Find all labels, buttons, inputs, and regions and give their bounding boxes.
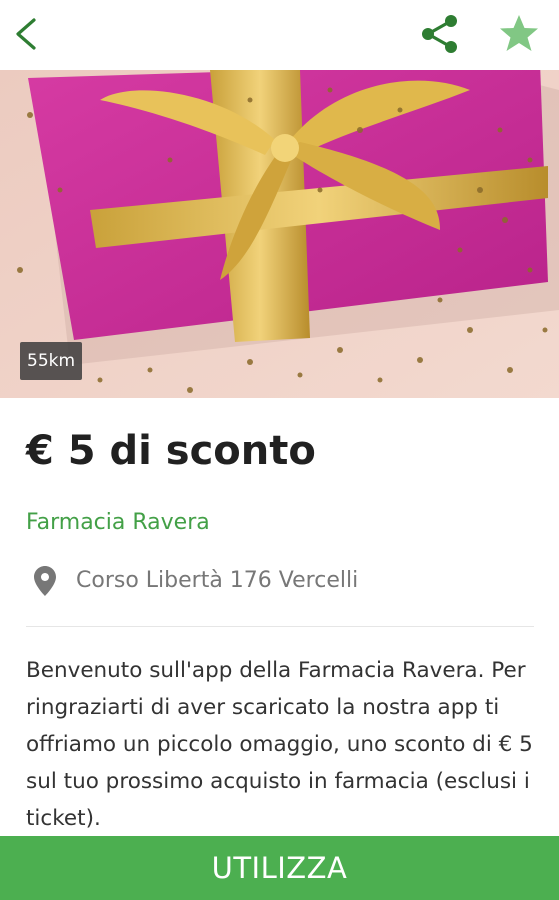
gift-box-image: [0, 70, 559, 398]
offer-description: Benvenuto sull'app della Farmacia Ravera…: [26, 658, 533, 831]
back-button[interactable]: [10, 14, 50, 54]
use-offer-button[interactable]: UTILIZZA: [0, 836, 559, 900]
star-icon: [500, 15, 538, 51]
share-icon: [422, 15, 457, 53]
favorite-button[interactable]: [497, 12, 541, 56]
offer-title: € 5 di sconto: [26, 428, 316, 474]
chevron-left-icon: [16, 18, 36, 50]
store-name-link[interactable]: Farmacia Ravera: [26, 510, 210, 535]
distance-badge: 55km: [20, 342, 83, 380]
map-pin-icon: [34, 566, 56, 596]
share-button[interactable]: [418, 12, 462, 56]
address-row[interactable]: Corso Libertà 176 Vercelli: [26, 562, 536, 602]
top-app-bar: [0, 0, 559, 70]
address-text: Corso Libertà 176 Vercelli: [76, 568, 359, 593]
offer-image: 55km: [0, 70, 559, 398]
divider: [26, 626, 534, 627]
